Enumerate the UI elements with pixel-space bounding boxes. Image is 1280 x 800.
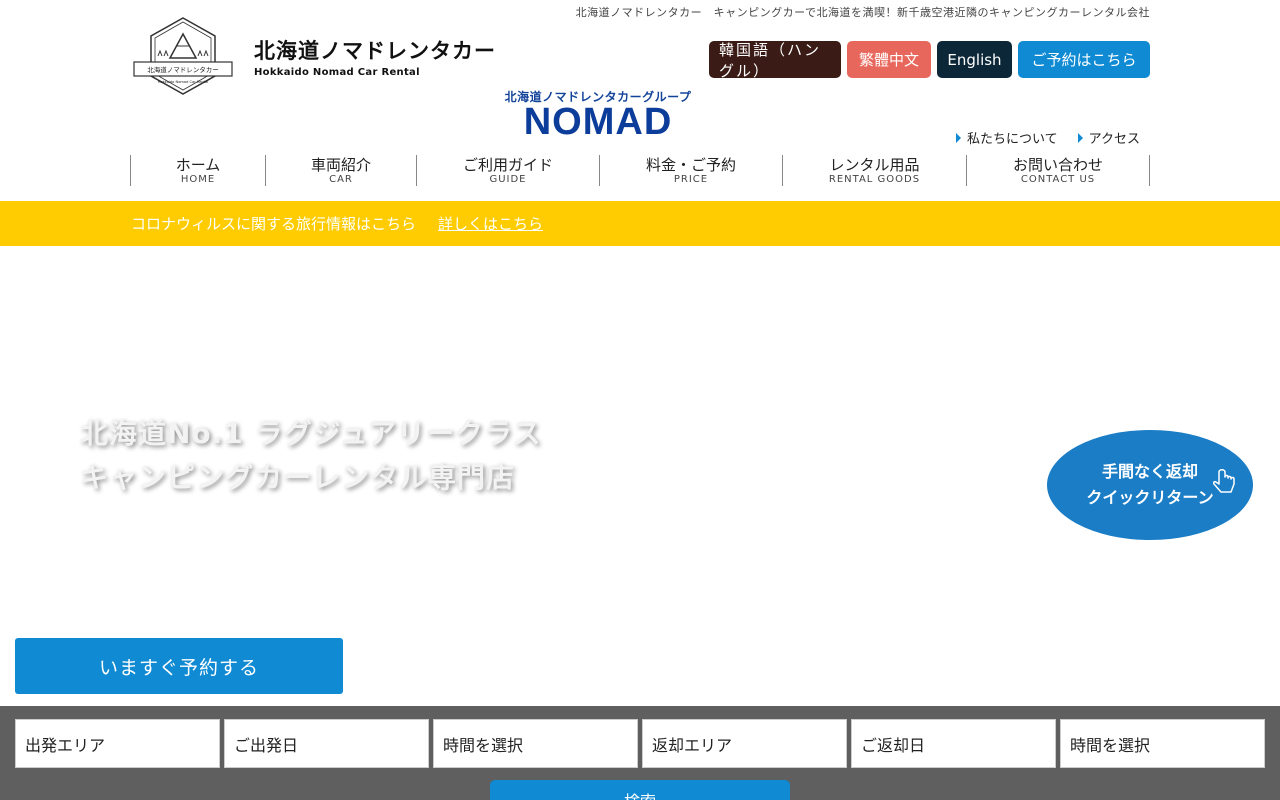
quick-return-line-1: 手間なく返却: [1101, 462, 1198, 481]
notice-text: コロナウィルスに関する旅行情報はこちら: [131, 215, 417, 233]
language-bar: 韓国語（ハングル） 繁體中文 English ご予約はこちら: [709, 41, 1150, 80]
about-link[interactable]: 私たちについて: [956, 128, 1058, 147]
nav-sublabel: RENTAL GOODS: [828, 173, 921, 185]
departure-time-select[interactable]: 時間を選択: [433, 719, 638, 768]
booking-search-bar: 出発エリア ご出発日 時間を選択 返却エリア ご返却日 時間を選択 検索: [0, 706, 1280, 800]
svg-text:北海道ノマドレンタカー: 北海道ノマドレンタカー: [147, 65, 219, 74]
lang-english-button[interactable]: English: [937, 41, 1012, 78]
notice-details-link[interactable]: 詳しくはこちら: [438, 213, 543, 234]
reservation-header-button[interactable]: ご予約はこちら: [1018, 41, 1150, 78]
return-date-field[interactable]: ご返却日: [851, 719, 1056, 768]
lang-chinese-button[interactable]: 繁體中文: [847, 41, 931, 78]
quick-return-line-2: クイックリターン: [1086, 488, 1214, 507]
search-button[interactable]: 検索: [490, 780, 790, 800]
triangle-right-icon: [1077, 132, 1083, 143]
nav-sublabel: CAR: [329, 173, 353, 185]
quick-return-button[interactable]: 手間なく返却 クイックリターン: [1047, 430, 1253, 540]
nav-sublabel: GUIDE: [489, 173, 527, 185]
departure-area-select[interactable]: 出発エリア: [15, 719, 220, 768]
nav-car[interactable]: 車両紹介 CAR: [266, 155, 417, 186]
lang-korean-button[interactable]: 韓国語（ハングル）: [709, 41, 841, 80]
nav-label: ご利用ガイド: [462, 155, 553, 174]
nav-label: 料金・ご予約: [645, 155, 736, 174]
nav-sublabel: CONTACT US: [1020, 173, 1096, 185]
logo-name-en: Hokkaido Nomad Car Rental: [254, 66, 420, 78]
covid-notice-bar: コロナウィルスに関する旅行情報はこちら 詳しくはこちら: [0, 201, 1280, 246]
site-tagline: 北海道ノマドレンタカー キャンピングカーで北海道を満喫！新千歳空港近隣のキャンピ…: [575, 6, 1150, 19]
reserve-now-button[interactable]: いますぐ予約する: [15, 638, 343, 694]
nav-guide[interactable]: ご利用ガイド GUIDE: [417, 155, 600, 186]
site-logo[interactable]: 北海道ノマドレンタカー Hokkaido Nomad Car Rental 北海…: [132, 16, 496, 96]
logo-badge-icon: 北海道ノマドレンタカー Hokkaido Nomad Car Rental: [133, 17, 233, 95]
nav-rental-goods[interactable]: レンタル用品 RENTAL GOODS: [783, 155, 967, 186]
nav-sublabel: HOME: [180, 173, 216, 185]
nav-label: お問い合わせ: [1012, 155, 1103, 174]
header-sublinks: 私たちについて アクセス: [956, 128, 1140, 147]
nav-label: ホーム: [175, 155, 221, 174]
hero-headline: 北海道No.1 ラグジュアリークラス キャンピングカーレンタル専門店: [80, 412, 541, 500]
about-link-label: 私たちについて: [967, 132, 1058, 147]
triangle-right-icon: [956, 132, 962, 143]
global-nav: ホーム HOME 車両紹介 CAR ご利用ガイド GUIDE 料金・ご予約 PR…: [130, 155, 1150, 186]
nomad-group-wordmark: NOMAD: [523, 101, 673, 143]
access-link[interactable]: アクセス: [1077, 128, 1140, 147]
return-area-select[interactable]: 返却エリア: [642, 719, 847, 768]
svg-text:Hokkaido Nomad Car Rental: Hokkaido Nomad Car Rental: [158, 80, 209, 84]
nav-label: レンタル用品: [829, 155, 920, 174]
nomad-group-logo[interactable]: 北海道ノマドレンタカーグループ NOMAD: [500, 88, 696, 143]
hero-line-1: 北海道No.1 ラグジュアリークラス: [80, 417, 542, 450]
hero-line-2: キャンピングカーレンタル専門店: [80, 461, 516, 494]
departure-date-field[interactable]: ご出発日: [224, 719, 429, 768]
nav-home[interactable]: ホーム HOME: [131, 155, 266, 186]
nav-sublabel: PRICE: [673, 173, 709, 185]
nav-price[interactable]: 料金・ご予約 PRICE: [600, 155, 783, 186]
nav-contact[interactable]: お問い合わせ CONTACT US: [967, 155, 1150, 186]
logo-name-jp: 北海道ノマドレンタカー: [254, 38, 496, 63]
return-time-select[interactable]: 時間を選択: [1060, 719, 1265, 768]
pointing-hand-icon: [1213, 469, 1235, 493]
access-link-label: アクセス: [1088, 132, 1140, 147]
nav-label: 車両紹介: [310, 155, 371, 174]
